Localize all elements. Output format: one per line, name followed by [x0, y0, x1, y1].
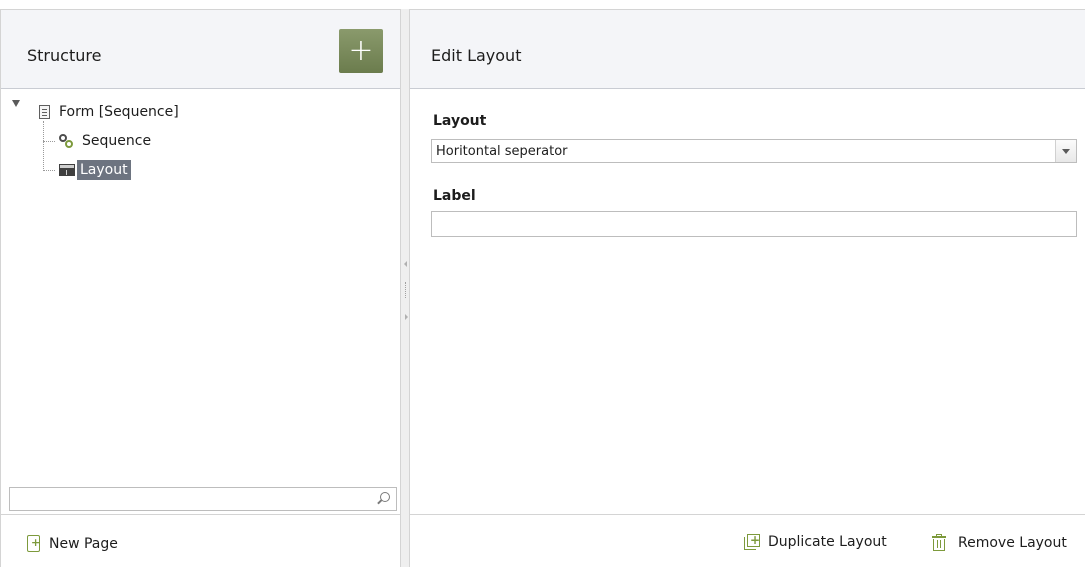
tree-connector: [43, 121, 44, 171]
layout-icon: [59, 164, 75, 176]
duplicate-layout-label: Duplicate Layout: [768, 534, 887, 550]
tree-item-label: Layout: [77, 160, 131, 180]
top-strip: [0, 0, 1085, 9]
structure-panel: Structure + New Page: [0, 9, 400, 568]
dropdown-button[interactable]: [1055, 140, 1076, 162]
tree-item-label: Sequence: [82, 133, 152, 149]
edit-title: Edit Layout: [431, 46, 522, 65]
new-page-button[interactable]: New Page: [27, 535, 118, 552]
panel-splitter[interactable]: [400, 9, 410, 567]
label-field-label: Label: [433, 188, 476, 204]
tree-item-label: Form [Sequence]: [59, 104, 179, 120]
search-icon[interactable]: [380, 492, 390, 502]
add-button[interactable]: +: [339, 29, 383, 73]
grip-icon: [405, 282, 407, 298]
label-input[interactable]: [431, 211, 1077, 237]
edit-panel: Edit Layout Layout Horitontal seperator …: [410, 9, 1085, 568]
remove-layout-button[interactable]: Remove Layout: [932, 534, 1067, 551]
layout-field-label: Layout: [433, 113, 487, 129]
trash-icon: [932, 534, 946, 551]
collapse-right-icon[interactable]: [405, 314, 408, 320]
tree-connector: [43, 170, 55, 171]
structure-search-input[interactable]: [9, 487, 397, 511]
new-page-label: New Page: [49, 535, 118, 552]
structure-footer: New Page: [1, 514, 400, 568]
edit-footer: Duplicate Layout Remove Layout: [410, 514, 1085, 568]
sequence-icon: [59, 134, 73, 148]
tree-connector: [43, 141, 55, 142]
form-icon: [39, 105, 50, 119]
plus-icon: +: [348, 33, 374, 68]
structure-title: Structure: [27, 46, 102, 65]
layout-select-value: Horitontal seperator: [436, 144, 568, 159]
expand-arrow-icon[interactable]: [12, 100, 20, 107]
new-page-icon: [27, 535, 40, 552]
collapse-left-icon[interactable]: [404, 261, 407, 267]
layout-select[interactable]: Horitontal seperator: [431, 139, 1077, 163]
duplicate-layout-button[interactable]: Duplicate Layout: [744, 534, 887, 550]
tree-item-form[interactable]: Form [Sequence]: [39, 101, 179, 123]
tree-item-layout[interactable]: Layout: [59, 159, 131, 181]
chevron-down-icon: [1062, 149, 1070, 154]
remove-layout-label: Remove Layout: [958, 534, 1067, 551]
structure-header: Structure +: [1, 9, 400, 89]
edit-header: Edit Layout: [410, 9, 1085, 89]
duplicate-icon: [744, 534, 760, 550]
tree-item-sequence[interactable]: Sequence: [59, 130, 151, 152]
